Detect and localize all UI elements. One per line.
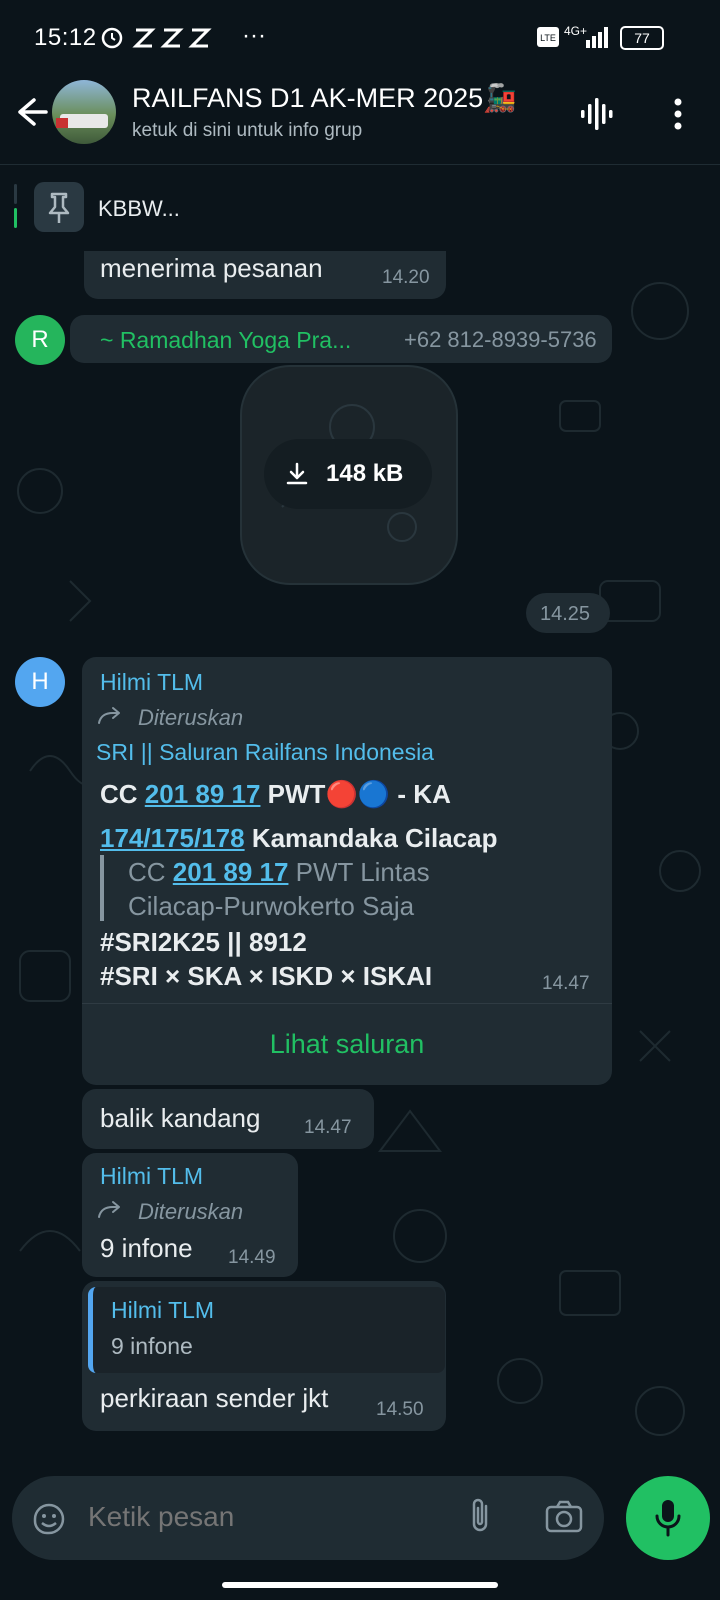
text-span: PWT🔴🔵 - KA bbox=[260, 779, 451, 809]
download-button[interactable]: 148 kB bbox=[264, 439, 432, 509]
message-time: 14.49 bbox=[228, 1247, 276, 1268]
hashtags-line-1: #SRI2K25 || 8912 bbox=[100, 927, 307, 957]
message-bubble[interactable]: menerima pesanan 14.20 bbox=[84, 251, 446, 299]
message-text: menerima pesanan bbox=[100, 253, 323, 283]
status-notification-icons bbox=[100, 22, 230, 59]
reply-sender: Hilmi TLM bbox=[111, 1297, 215, 1323]
pinned-text: KBBW... bbox=[98, 196, 180, 221]
sender-name[interactable]: ~ Ramadhan Yoga Pra... bbox=[100, 327, 351, 354]
voice-chat-icon[interactable] bbox=[578, 94, 618, 134]
forwarded-label: Diteruskan bbox=[138, 705, 244, 730]
quote-line-1: CC 201 89 17 PWT Lintas bbox=[128, 857, 430, 888]
home-indicator[interactable] bbox=[222, 1582, 498, 1588]
network-type: 4G+ bbox=[564, 24, 588, 38]
message-bubble[interactable]: ~ Ramadhan Yoga Pra... +62 812-8939-5736 bbox=[70, 315, 612, 363]
forwarded-label: Diteruskan bbox=[138, 1199, 244, 1224]
sender-name[interactable]: Hilmi TLM bbox=[100, 669, 203, 696]
message-time: 14.47 bbox=[542, 973, 590, 994]
sticker-icon[interactable] bbox=[30, 1500, 68, 1543]
phone-link[interactable]: 201 89 17 bbox=[173, 857, 289, 887]
volte-icon: LTE bbox=[536, 26, 560, 53]
message-time: 14.20 bbox=[382, 267, 430, 288]
sender-avatar[interactable]: R bbox=[15, 315, 65, 365]
pin-icon bbox=[34, 182, 84, 232]
attach-icon[interactable] bbox=[466, 1496, 494, 1541]
message-time: 14.47 bbox=[304, 1117, 352, 1138]
more-vertical-icon[interactable] bbox=[670, 94, 686, 134]
mic-icon bbox=[655, 1500, 681, 1537]
forward-icon bbox=[98, 1201, 120, 1218]
pinned-indicator bbox=[14, 184, 17, 228]
hashtags-line-2: #SRI × SKA × ISKD × ISKAI bbox=[100, 961, 433, 991]
channel-name[interactable]: SRI || Saluran Railfans Indonesia bbox=[96, 739, 434, 766]
message-text: balik kandang bbox=[100, 1103, 261, 1133]
phone-link[interactable]: 201 89 17 bbox=[145, 779, 261, 809]
group-subtitle[interactable]: ketuk di sini untuk info grup bbox=[132, 120, 362, 142]
text-span: Kamandaka Cilacap bbox=[244, 823, 498, 853]
message-input[interactable] bbox=[86, 1496, 440, 1538]
text-span: PWT Lintas bbox=[288, 857, 430, 887]
message-time: 14.50 bbox=[376, 1399, 424, 1420]
message-text: perkiraan sender jkt bbox=[100, 1383, 329, 1413]
group-title[interactable]: RAILFANS D1 AK-MER 2025🚂 bbox=[132, 82, 517, 114]
quote-line-2: Cilacap-Purwokerto Saja bbox=[128, 891, 415, 921]
message-bubble[interactable]: Hilmi TLM Diteruskan 9 infone 14.49 bbox=[82, 1153, 298, 1277]
reply-preview[interactable]: Hilmi TLM 9 infone bbox=[88, 1287, 445, 1373]
message-text: 9 infone bbox=[100, 1233, 193, 1263]
more-notifications-icon: ··· bbox=[242, 22, 266, 49]
svg-text:LTE: LTE bbox=[540, 33, 556, 43]
text-span: CC bbox=[128, 857, 173, 887]
attachment-size: 148 kB bbox=[326, 460, 404, 487]
forwarded-channel-bubble[interactable]: Hilmi TLM Diteruskan SRI || Saluran Rail… bbox=[82, 657, 612, 1085]
status-time: 15:12 bbox=[34, 24, 97, 51]
number-link[interactable]: 174/175/178 bbox=[100, 823, 245, 853]
sender-name[interactable]: Hilmi TLM bbox=[100, 1163, 203, 1190]
reply-message-bubble[interactable]: Hilmi TLM 9 infone perkiraan sender jkt … bbox=[82, 1281, 446, 1431]
signal-icon bbox=[586, 26, 612, 53]
view-channel-button[interactable]: Lihat saluran bbox=[82, 1029, 612, 1060]
message-line-2: 174/175/178 Kamandaka Cilacap bbox=[100, 823, 497, 854]
text-span: CC bbox=[100, 779, 145, 809]
chat-area[interactable]: menerima pesanan 14.20 R ~ Ramadhan Yoga… bbox=[0, 251, 720, 1451]
camera-icon[interactable] bbox=[544, 1498, 584, 1541]
reply-text: 9 infone bbox=[111, 1333, 193, 1359]
forward-icon bbox=[98, 707, 120, 724]
battery-indicator: 77 bbox=[620, 26, 664, 50]
sender-phone: +62 812-8939-5736 bbox=[404, 327, 597, 352]
quote-bar bbox=[100, 855, 104, 921]
mic-button[interactable] bbox=[626, 1476, 710, 1560]
media-time-badge: 14.25 bbox=[526, 593, 610, 633]
divider bbox=[82, 1003, 612, 1004]
download-icon bbox=[286, 462, 308, 485]
message-line-1: CC 201 89 17 PWT🔴🔵 - KA bbox=[100, 779, 451, 810]
back-arrow-icon[interactable] bbox=[12, 92, 52, 132]
message-bubble[interactable]: balik kandang 14.47 bbox=[82, 1089, 374, 1149]
group-avatar[interactable] bbox=[52, 80, 116, 144]
message-time: 14.25 bbox=[540, 603, 591, 625]
sender-avatar[interactable]: H bbox=[15, 657, 65, 707]
